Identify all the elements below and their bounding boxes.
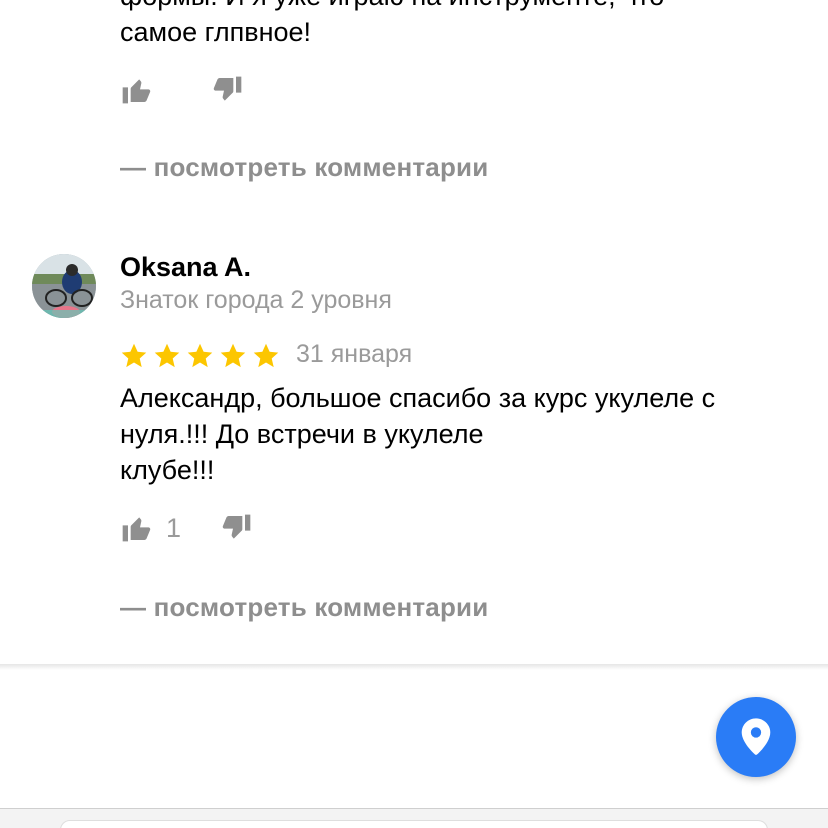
star-icon [121, 343, 147, 368]
previous-review-reactions [120, 70, 244, 110]
reviews-list: формы. И я уже играю на инструменте, что… [0, 0, 828, 664]
star-icon [154, 343, 180, 368]
dislike-button[interactable] [212, 74, 244, 106]
like-count: 1 [166, 512, 182, 543]
card-divider [0, 664, 828, 670]
review-text: Александр, большое спасибо за курс укуле… [120, 383, 716, 485]
star-icon [220, 343, 246, 368]
review-author-level: Знаток города 2 уровня [120, 286, 392, 314]
dislike-button[interactable] [221, 512, 253, 544]
previous-review-text: формы. И я уже играю на инструменте, что… [120, 0, 760, 50]
thumbs-up-icon [120, 512, 152, 544]
avatar[interactable] [32, 254, 96, 318]
reviews-page: формы. И я уже играю на инструменте, что… [0, 0, 828, 828]
star-icon [253, 343, 279, 368]
review-reactions: 1 [120, 508, 253, 548]
review-comments-link[interactable]: — посмотреть комментарии [120, 592, 488, 623]
avatar-photo [32, 254, 96, 318]
previous-review-line-2: самое глпвное! [120, 17, 312, 47]
previous-review-comments-link[interactable]: — посмотреть комментарии [120, 152, 488, 183]
map-pin-button[interactable] [716, 697, 796, 777]
like-button[interactable]: 1 [120, 512, 181, 544]
bottom-search-field[interactable] [60, 820, 768, 828]
map-pin-icon [741, 718, 771, 755]
previous-review-line-1: формы. И я уже играю на инструменте, что [120, 0, 760, 14]
star-icon [187, 343, 213, 368]
like-button[interactable] [120, 74, 152, 106]
thumbs-up-icon [120, 74, 152, 106]
review-author-name[interactable]: Oksana A. [120, 252, 251, 283]
review-date: 31 января [296, 340, 413, 368]
review-rating [120, 342, 285, 370]
thumbs-down-icon [221, 512, 253, 544]
thumbs-down-icon [212, 74, 244, 106]
